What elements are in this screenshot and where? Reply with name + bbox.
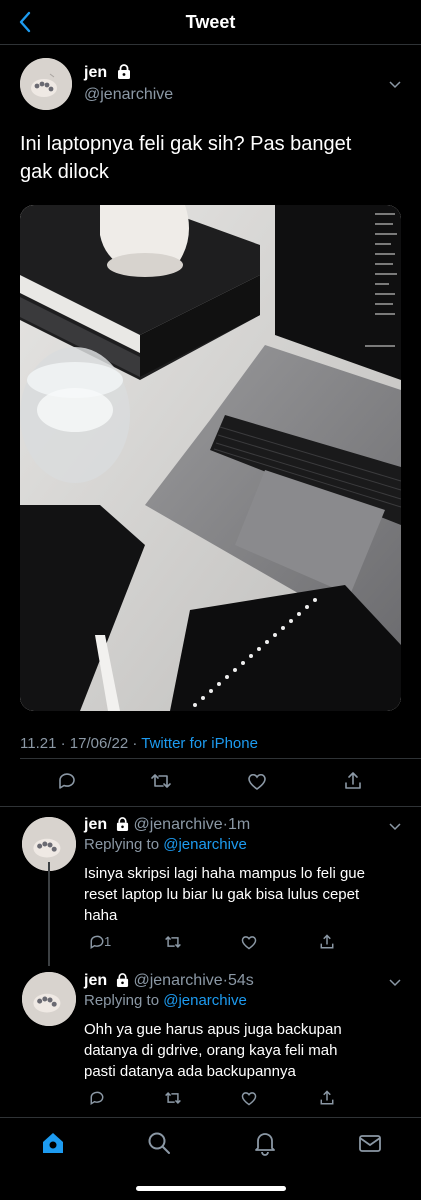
avatar[interactable] xyxy=(20,58,72,110)
chevron-down-icon[interactable] xyxy=(388,978,402,988)
reply-tweet[interactable]: jen @jenarchive·1m Replying to @jenarchi… xyxy=(84,815,404,926)
like-icon[interactable] xyxy=(240,1089,258,1107)
author-handle[interactable]: @jenarchive xyxy=(133,816,222,833)
reply-actions xyxy=(84,1089,384,1109)
divider xyxy=(20,758,421,759)
tab-bar xyxy=(0,1118,421,1200)
tweet-source[interactable]: Twitter for iPhone xyxy=(141,735,258,752)
replying-to: Replying to @jenarchive xyxy=(84,991,404,1011)
author-name[interactable]: jen xyxy=(84,64,107,81)
tweet-time: 11.21 xyxy=(20,735,57,752)
reply-icon[interactable] xyxy=(56,770,78,792)
lock-icon xyxy=(117,817,129,831)
chevron-down-icon[interactable] xyxy=(388,822,402,832)
top-bar: Tweet xyxy=(0,0,421,44)
reply-count: 1 xyxy=(104,934,112,949)
author-handle[interactable]: @jenarchive xyxy=(133,972,222,989)
tweet-photo[interactable] xyxy=(20,205,401,711)
home-icon[interactable] xyxy=(40,1130,66,1156)
tweet-actions xyxy=(0,770,421,800)
lock-icon xyxy=(117,64,130,79)
divider xyxy=(0,44,421,45)
reply-text-line: haha xyxy=(84,907,118,924)
reply-text-line: Isinya skripsi lagi haha mampus lo feli … xyxy=(84,865,365,882)
tweet-text-line: Ini laptopnya feli gak sih? Pas banget xyxy=(20,133,352,155)
reply-tweet[interactable]: jen @jenarchive·54s Replying to @jenarch… xyxy=(84,971,404,1082)
reply-age: 54s xyxy=(227,972,254,989)
author-name[interactable]: jen xyxy=(84,972,107,989)
like-icon[interactable] xyxy=(240,933,258,951)
tweet-date: 17/06/22 xyxy=(69,735,129,752)
divider xyxy=(0,806,421,807)
author-name[interactable]: jen xyxy=(84,816,107,833)
reply-text-line: reset laptop lu biar lu gak bisa lulus c… xyxy=(84,886,360,903)
reply-text: Ohh ya gue harus apus juga backupan data… xyxy=(84,1019,404,1082)
avatar[interactable] xyxy=(22,972,76,1026)
lock-icon xyxy=(117,973,129,987)
replying-to-handle[interactable]: @jenarchive xyxy=(163,836,247,853)
home-indicator xyxy=(136,1186,286,1191)
replying-to-handle[interactable]: @jenarchive xyxy=(163,992,247,1009)
reply-actions: 1 xyxy=(84,933,384,953)
reply-text-line: datanya di gdrive, orang kaya feli mah xyxy=(84,1042,338,1059)
search-icon[interactable] xyxy=(146,1130,172,1156)
reply-text: Isinya skripsi lagi haha mampus lo feli … xyxy=(84,863,404,926)
tweet-meta: 11.21 · 17/06/22 · Twitter for iPhone xyxy=(20,735,258,752)
replying-label: Replying to xyxy=(84,836,160,853)
author-handle[interactable]: @jenarchive xyxy=(84,86,173,104)
tweet-author: jen @jenarchive xyxy=(84,64,173,104)
reply-text-line: Ohh ya gue harus apus juga backupan xyxy=(84,1021,342,1038)
replying-to: Replying to @jenarchive xyxy=(84,835,404,855)
replying-label: Replying to xyxy=(84,992,160,1009)
share-icon[interactable] xyxy=(318,1089,336,1107)
retweet-icon[interactable] xyxy=(164,1089,182,1107)
notifications-icon[interactable] xyxy=(252,1130,278,1156)
chevron-down-icon[interactable] xyxy=(388,80,402,90)
tweet-text-line: gak dilock xyxy=(20,161,109,183)
like-icon[interactable] xyxy=(246,770,268,792)
reply-age: 1m xyxy=(227,816,251,833)
page-title: Tweet xyxy=(185,12,236,32)
reply-icon[interactable] xyxy=(88,1089,106,1107)
retweet-icon[interactable] xyxy=(164,933,182,951)
tweet-text: Ini laptopnya feli gak sih? Pas banget g… xyxy=(20,130,405,186)
messages-icon[interactable] xyxy=(357,1130,383,1156)
share-icon[interactable] xyxy=(342,770,364,792)
retweet-icon[interactable] xyxy=(150,770,172,792)
thread-line xyxy=(48,862,50,966)
reply-text-line: pasti datanya ada backupannya xyxy=(84,1063,296,1080)
share-icon[interactable] xyxy=(318,933,336,951)
